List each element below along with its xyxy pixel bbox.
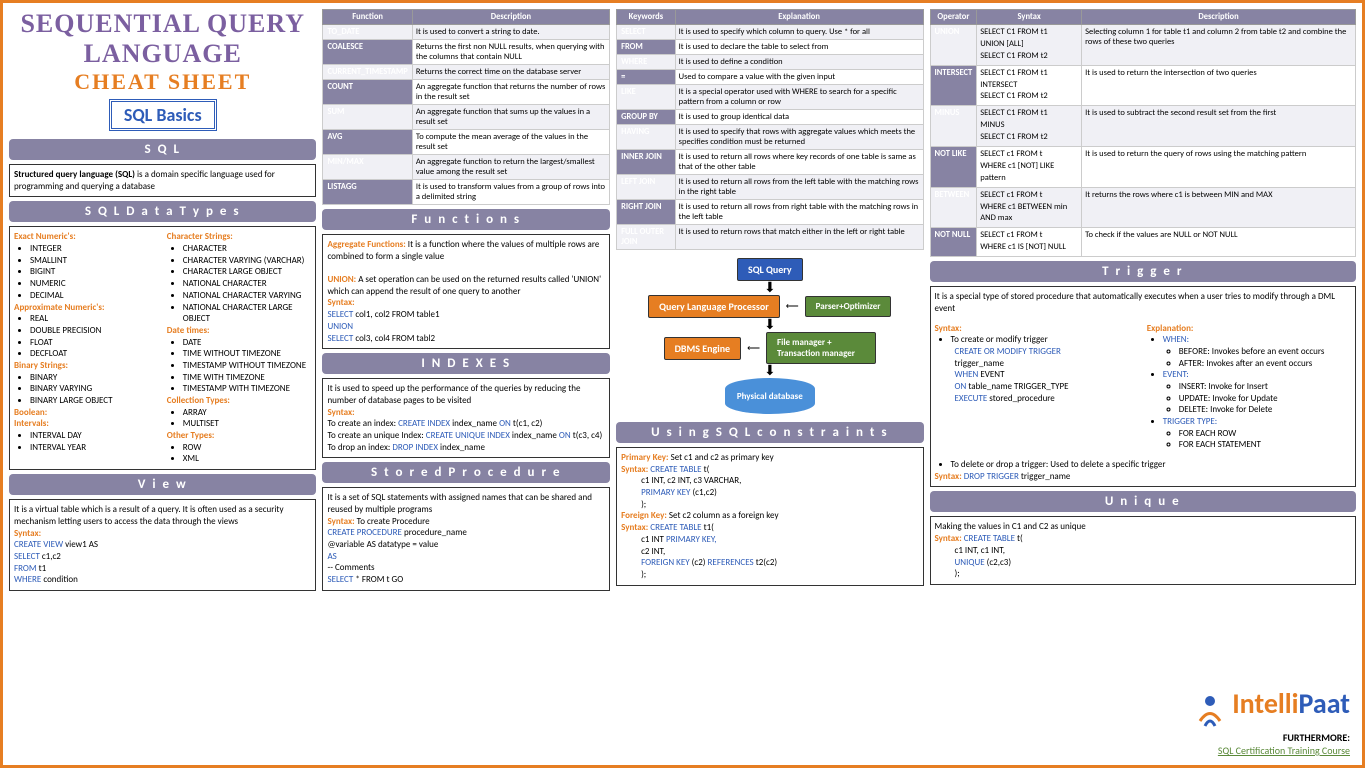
person-icon — [1190, 691, 1230, 731]
sp-box: It is a set of SQL statements with assig… — [322, 487, 610, 591]
unique-header: U n i q u e — [930, 491, 1356, 512]
func-header: F u n c t i o n s — [322, 209, 610, 230]
architecture-diagram: SQL Query ⬇ Query Language Processor⟵Par… — [616, 254, 923, 418]
sql-header: S Q L — [9, 139, 316, 160]
unique-box: Making the values in C1 and C2 as unique… — [930, 516, 1356, 584]
brand-logo: IntelliPaat FURTHERMORE: SQL Certificati… — [1190, 686, 1350, 757]
func-box: Aggregate Functions: It is a function wh… — [322, 234, 610, 349]
keywords-table: KeywordsExplanation SELECTIt is used to … — [616, 9, 923, 250]
trigger-header: T r i g g e r — [930, 261, 1356, 282]
idx-header: I N D E X E S — [322, 353, 610, 374]
view-box: It is a virtual table which is a result … — [9, 499, 316, 591]
badge: SQL Basics — [109, 99, 217, 131]
trigger-box: It is a special type of stored procedure… — [930, 286, 1356, 487]
constraints-header: U s i n g S Q L c o n s t r a i n t s — [616, 422, 923, 443]
sp-header: S t o r e d P r o c e d u r e — [322, 462, 610, 483]
course-link[interactable]: SQL Certification Training Course — [1218, 744, 1350, 757]
idx-box: It is used to speed up the performance o… — [322, 378, 610, 458]
types-header: S Q L D a t a T y p e s — [9, 201, 316, 222]
main-title: SEQUENTIAL QUERY LANGUAGE CHEAT SHEET SQ… — [9, 9, 316, 135]
functions-table: FunctionDescription TO_DATEIt is used to… — [322, 9, 610, 205]
sql-box: Structured query language (SQL) is a dom… — [9, 164, 316, 197]
types-box: Exact Numeric's:INTEGERSMALLINTBIGINTNUM… — [9, 226, 316, 470]
operators-table: OperatorSyntaxDescription UNIONSELECT C1… — [930, 9, 1356, 257]
view-header: V i e w — [9, 474, 316, 495]
constraints-box: Primary Key: Set c1 and c2 as primary ke… — [616, 447, 923, 586]
